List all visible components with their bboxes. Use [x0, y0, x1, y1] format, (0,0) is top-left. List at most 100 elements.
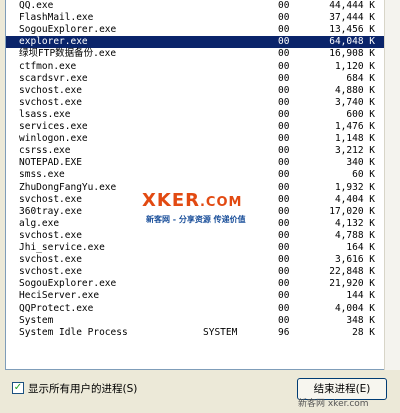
process-row[interactable]: System Idle Process SYSTEM 96 28 K [6, 327, 385, 339]
process-name: svchost.exe [19, 96, 82, 108]
process-user: SYSTEM [203, 326, 238, 338]
process-cpu: 00 [278, 193, 290, 205]
process-row[interactable]: FlashMail.exe 00 37,444 K [6, 12, 385, 24]
watermark-tagline: 新客网 - 分享资源 传递价值 [146, 215, 246, 224]
process-mem: 348 K [346, 314, 375, 326]
process-name: winlogon.exe [19, 133, 88, 145]
process-mem: 13,456 K [329, 24, 375, 36]
process-mem: 144 K [346, 290, 375, 302]
process-mem: 684 K [346, 72, 375, 84]
process-row[interactable]: winlogon.exe 00 1,148 K [6, 133, 385, 145]
process-row[interactable]: svchost.exe 00 3,740 K [6, 97, 385, 109]
watermark-logo-main: XKER [142, 190, 200, 211]
process-cpu: 00 [278, 217, 290, 229]
process-cpu: 00 [278, 302, 290, 314]
process-mem: 4,004 K [334, 302, 375, 314]
process-mem: 28 K [352, 326, 375, 338]
watermark-logo-tld: .COM [199, 195, 243, 210]
process-cpu: 00 [278, 278, 290, 290]
process-name: SogouExplorer.exe [19, 24, 117, 36]
process-name: 绿坝FTP数据备份.exe [19, 48, 117, 60]
process-cpu: 00 [278, 145, 290, 157]
process-row[interactable]: explorer.exe 00 64,048 K [6, 36, 385, 49]
process-cpu: 00 [278, 36, 290, 48]
process-name: svchost.exe [19, 254, 82, 266]
process-cpu: 00 [278, 169, 290, 181]
process-name: System Idle Process [19, 326, 128, 338]
process-name: alg.exe [19, 217, 60, 229]
process-mem: 340 K [346, 157, 375, 169]
process-name: NOTEPAD.EXE [19, 157, 82, 169]
process-name: lsass.exe [19, 108, 71, 120]
process-name: explorer.exe [19, 36, 88, 48]
process-row[interactable]: smss.exe 00 60 K [6, 169, 385, 181]
process-name: ZhuDongFangYu.exe [19, 181, 117, 193]
show-all-users-label[interactable]: 显示所有用户的进程(S) [28, 381, 137, 396]
process-mem: 164 K [346, 242, 375, 253]
process-cpu: 00 [278, 96, 290, 108]
process-mem: 64,048 K [329, 36, 375, 48]
process-cpu: 00 [278, 290, 290, 302]
process-name: HeciServer.exe [19, 290, 100, 302]
process-row[interactable]: System 00 348 K [6, 315, 385, 327]
process-name: svchost.exe [19, 266, 82, 278]
process-name: svchost.exe [19, 229, 82, 241]
process-row[interactable]: SogouExplorer.exe 00 13,456 K [6, 24, 385, 36]
process-name: SogouExplorer.exe [19, 278, 117, 290]
process-mem: 1,148 K [334, 133, 375, 145]
process-cpu: 00 [278, 84, 290, 96]
process-row[interactable]: ctfmon.exe 00 1,120 K [6, 61, 385, 73]
process-cpu: 00 [278, 229, 290, 241]
process-row[interactable]: scardsvr.exe 00 684 K [6, 73, 385, 85]
process-cpu: 00 [278, 24, 290, 36]
process-cpu: 00 [278, 266, 290, 278]
process-cpu: 00 [278, 12, 290, 24]
process-row[interactable]: 绿坝FTP数据备份.exe 00 16,908 K [6, 48, 385, 60]
process-name: System [19, 314, 54, 326]
process-mem: 4,132 K [334, 217, 375, 229]
process-mem: 3,740 K [334, 96, 375, 108]
process-row[interactable]: QQ.exe 00 44,444 K [6, 0, 385, 12]
process-name: svchost.exe [19, 193, 82, 205]
process-cpu: 00 [278, 242, 290, 253]
process-cpu: 00 [278, 314, 290, 326]
process-row[interactable]: QQProtect.exe 00 4,004 K [6, 303, 385, 315]
process-mem: 1,476 K [334, 121, 375, 132]
process-row[interactable]: NOTEPAD.EXE 00 340 K [6, 157, 385, 169]
process-mem: 1,120 K [334, 60, 375, 72]
process-cpu: 00 [278, 108, 290, 120]
process-name: FlashMail.exe [19, 12, 94, 24]
process-cpu: 00 [278, 181, 290, 193]
process-mem: 4,880 K [334, 84, 375, 96]
process-mem: 4,404 K [334, 193, 375, 205]
process-mem: 4,788 K [334, 229, 375, 241]
process-cpu: 00 [278, 254, 290, 266]
process-row[interactable]: Jhi_service.exe 00 164 K [6, 242, 385, 254]
process-cpu: 00 [278, 157, 290, 169]
process-mem: 3,212 K [334, 145, 375, 157]
process-row[interactable]: HeciServer.exe 00 144 K [6, 290, 385, 302]
process-name: QQProtect.exe [19, 302, 94, 314]
process-mem: 37,444 K [329, 12, 375, 24]
show-all-users-checkbox[interactable]: ✓ [12, 382, 24, 394]
process-mem: 44,444 K [329, 0, 375, 11]
process-name: QQ.exe [19, 0, 54, 11]
process-row[interactable]: lsass.exe 00 600 K [6, 109, 385, 121]
process-cpu: 00 [278, 60, 290, 72]
vertical-scrollbar[interactable] [384, 0, 400, 370]
site-watermark-text: 新客网 xker.com [298, 399, 369, 409]
process-row[interactable]: svchost.exe 00 4,880 K [6, 85, 385, 97]
process-row[interactable]: SogouExplorer.exe 00 21,920 K [6, 278, 385, 290]
process-row[interactable]: svchost.exe 00 22,848 K [6, 266, 385, 278]
process-cpu: 00 [278, 48, 290, 60]
process-row[interactable]: services.exe 00 1,476 K [6, 121, 385, 133]
process-mem: 22,848 K [329, 266, 375, 278]
footer-bar: ✓ 显示所有用户的进程(S) 结束进程(E) 新客网 xker.com [0, 370, 400, 413]
process-list[interactable]: QQ.exe 00 44,444 K FlashMail.exe 00 37,444 KS… [5, 0, 385, 370]
process-row[interactable]: svchost.exe 00 3,616 K [6, 254, 385, 266]
process-name: smss.exe [19, 169, 65, 181]
process-mem: 21,920 K [329, 278, 375, 290]
process-cpu: 00 [278, 205, 290, 217]
process-row[interactable]: csrss.exe 00 3,212 K [6, 145, 385, 157]
process-name: svchost.exe [19, 84, 82, 96]
